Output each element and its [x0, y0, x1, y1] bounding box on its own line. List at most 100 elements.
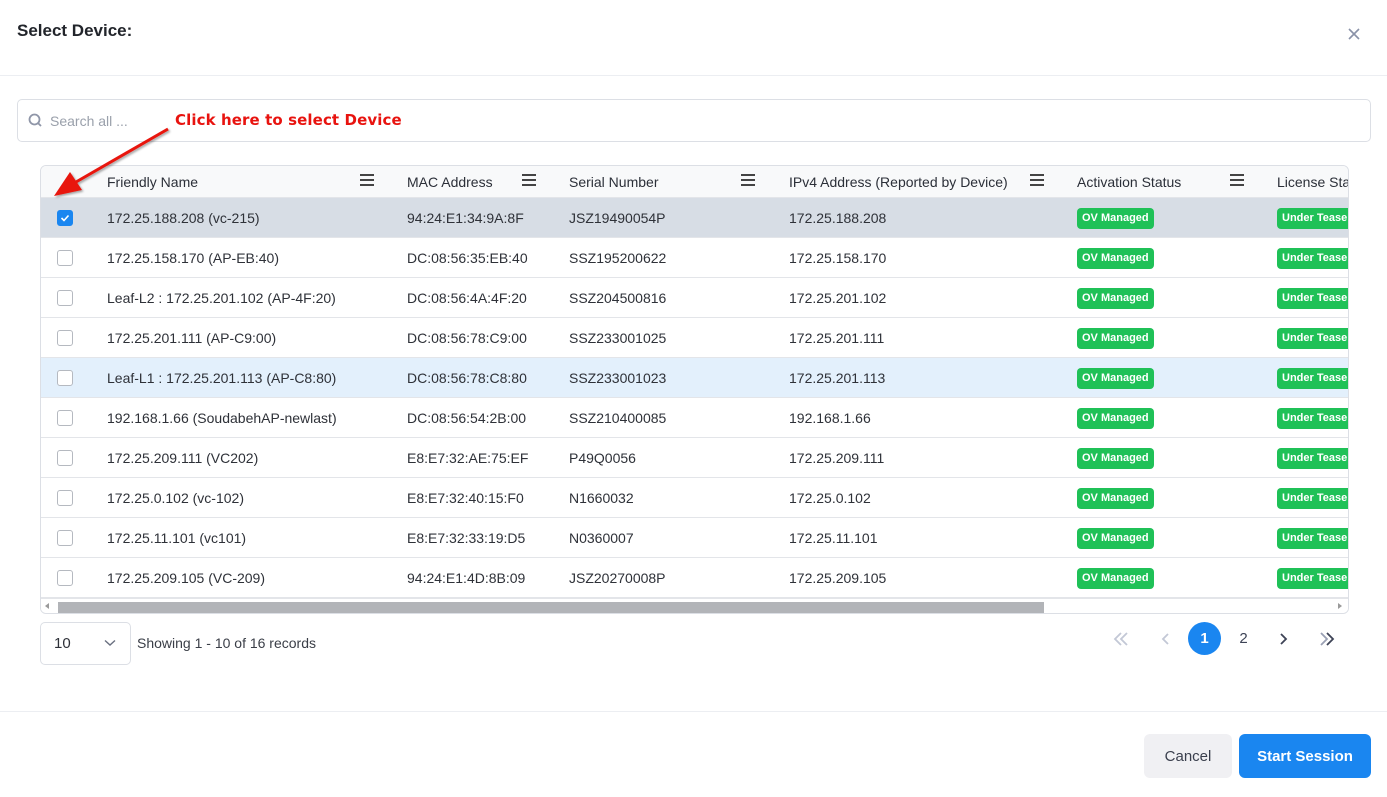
cell-mac-address: DC:08:56:54:2B:00 [407, 410, 527, 426]
cell-serial-number: SSZ204500816 [569, 290, 667, 306]
activation-status-badge: OV Managed [1077, 328, 1154, 349]
cell-ipv4-address: 172.25.209.105 [789, 570, 887, 586]
table-row[interactable]: 172.25.201.111 (AP-C9:00) DC:08:56:78:C9:… [41, 318, 1348, 358]
activation-status-badge: OV Managed [1077, 488, 1154, 509]
activation-status-badge: OV Managed [1077, 528, 1154, 549]
cancel-button[interactable]: Cancel [1144, 734, 1232, 778]
license-status-badge: Under Teaser [1277, 488, 1348, 509]
cell-friendly-name: 172.25.188.208 (vc-215) [107, 210, 260, 226]
cell-ipv4-address: 172.25.0.102 [789, 490, 871, 506]
cell-ipv4-address: 172.25.201.102 [789, 290, 887, 306]
cell-serial-number: SSZ233001023 [569, 370, 667, 386]
table-row[interactable]: 192.168.1.66 (SoudabehAP-newlast) DC:08:5… [41, 398, 1348, 438]
license-status-badge: Under Teaser [1277, 208, 1348, 229]
column-header-ipv4-address[interactable]: IPv4 Address (Reported by Device) [789, 166, 1008, 198]
activation-status-badge: OV Managed [1077, 448, 1154, 469]
cell-friendly-name: Leaf-L1 : 172.25.201.113 (AP-C8:80) [107, 370, 337, 386]
row-checkbox[interactable] [57, 490, 73, 506]
scrollbar-thumb[interactable] [58, 602, 1044, 613]
page-size-value: 10 [54, 635, 71, 652]
activation-status-badge: OV Managed [1077, 408, 1154, 429]
double-chevron-right-icon [1319, 631, 1334, 646]
row-checkbox[interactable] [57, 210, 73, 226]
license-status-badge: Under Teaser [1277, 408, 1348, 429]
cell-mac-address: E8:E7:32:33:19:D5 [407, 530, 526, 546]
page-size-select[interactable]: 10 [40, 622, 131, 665]
cell-mac-address: 94:24:E1:34:9A:8F [407, 210, 524, 226]
scroll-left-arrow-icon[interactable] [45, 603, 49, 609]
column-header-license-status[interactable]: License Stat [1277, 166, 1348, 198]
cell-friendly-name: Leaf-L2 : 172.25.201.102 (AP-4F:20) [107, 290, 336, 306]
cell-serial-number: JSZ19490054P [569, 210, 666, 226]
license-status-badge: Under Teaser [1277, 288, 1348, 309]
column-menu-icon[interactable] [360, 174, 374, 188]
row-checkbox[interactable] [57, 290, 73, 306]
table-row[interactable]: 172.25.209.105 (VC-209) 94:24:E1:4D:8B:09… [41, 558, 1348, 598]
last-page-button[interactable] [1310, 622, 1343, 655]
chevron-left-icon [1161, 632, 1169, 645]
cell-mac-address: 94:24:E1:4D:8B:09 [407, 570, 526, 586]
modal-header: Select Device: [0, 0, 1387, 76]
column-menu-icon[interactable] [1030, 174, 1044, 188]
cell-friendly-name: 172.25.201.111 (AP-C9:00) [107, 330, 277, 346]
device-table: Friendly Name MAC Address Serial Number … [40, 165, 1349, 614]
table-row[interactable]: Leaf-L2 : 172.25.201.102 (AP-4F:20) DC:08… [41, 278, 1348, 318]
activation-status-badge: OV Managed [1077, 368, 1154, 389]
activation-status-badge: OV Managed [1077, 248, 1154, 269]
cell-serial-number: P49Q0056 [569, 450, 636, 466]
row-checkbox[interactable] [57, 250, 73, 266]
horizontal-scrollbar[interactable] [41, 598, 1348, 613]
activation-status-badge: OV Managed [1077, 288, 1154, 309]
cell-ipv4-address: 172.25.188.208 [789, 210, 887, 226]
column-header-mac-address[interactable]: MAC Address [407, 166, 493, 198]
page-1-button[interactable]: 1 [1188, 622, 1221, 655]
cell-mac-address: E8:E7:32:AE:75:EF [407, 450, 529, 466]
column-menu-icon[interactable] [741, 174, 755, 188]
cell-ipv4-address: 172.25.11.101 [789, 530, 878, 546]
cell-mac-address: DC:08:56:35:EB:40 [407, 250, 528, 266]
search-icon [28, 113, 42, 127]
row-checkbox[interactable] [57, 370, 73, 386]
table-row[interactable]: 172.25.11.101 (vc101) E8:E7:32:33:19:D5 N0… [41, 518, 1348, 558]
column-menu-icon[interactable] [522, 174, 536, 188]
checkmark-icon [60, 214, 70, 222]
column-menu-icon[interactable] [1230, 174, 1244, 188]
table-row[interactable]: 172.25.158.170 (AP-EB:40) DC:08:56:35:EB:… [41, 238, 1348, 278]
cell-mac-address: E8:E7:32:40:15:F0 [407, 490, 524, 506]
row-checkbox[interactable] [57, 410, 73, 426]
cell-friendly-name: 192.168.1.66 (SoudabehAP-newlast) [107, 410, 337, 426]
column-header-activation-status[interactable]: Activation Status [1077, 166, 1181, 198]
cell-serial-number: JSZ20270008P [569, 570, 666, 586]
row-checkbox[interactable] [57, 330, 73, 346]
next-page-button[interactable] [1266, 622, 1299, 655]
column-header-serial-number[interactable]: Serial Number [569, 166, 658, 198]
table-header: Friendly Name MAC Address Serial Number … [41, 166, 1348, 198]
license-status-badge: Under Teaser [1277, 448, 1348, 469]
page-2-button[interactable]: 2 [1227, 622, 1260, 655]
table-row[interactable]: Leaf-L1 : 172.25.201.113 (AP-C8:80) DC:08… [41, 358, 1348, 398]
license-status-badge: Under Teaser [1277, 248, 1348, 269]
close-button[interactable] [1344, 24, 1364, 44]
cell-serial-number: N1660032 [569, 490, 634, 506]
cell-serial-number: SSZ195200622 [569, 250, 667, 266]
chevron-down-icon [104, 639, 116, 646]
cell-ipv4-address: 172.25.209.111 [789, 450, 885, 466]
cell-ipv4-address: 192.168.1.66 [789, 410, 871, 426]
table-row[interactable]: 172.25.209.111 (VC202) E8:E7:32:AE:75:EF P… [41, 438, 1348, 478]
cell-friendly-name: 172.25.209.111 (VC202) [107, 450, 259, 466]
row-checkbox[interactable] [57, 570, 73, 586]
scroll-right-arrow-icon[interactable] [1338, 603, 1342, 609]
footer-divider [0, 711, 1387, 712]
row-checkbox[interactable] [57, 450, 73, 466]
annotation-text: Click here to select Device [175, 111, 402, 129]
row-checkbox[interactable] [57, 530, 73, 546]
first-page-button[interactable] [1104, 622, 1137, 655]
previous-page-button[interactable] [1149, 622, 1182, 655]
cell-ipv4-address: 172.25.201.111 [789, 330, 885, 346]
table-row[interactable]: 172.25.0.102 (vc-102) E8:E7:32:40:15:F0 N1… [41, 478, 1348, 518]
license-status-badge: Under Teaser [1277, 368, 1348, 389]
column-header-friendly-name[interactable]: Friendly Name [107, 166, 198, 198]
records-count: Showing 1 - 10 of 16 records [137, 635, 316, 651]
start-session-button[interactable]: Start Session [1239, 734, 1371, 778]
table-row[interactable]: 172.25.188.208 (vc-215) 94:24:E1:34:9A:8F… [41, 198, 1348, 238]
